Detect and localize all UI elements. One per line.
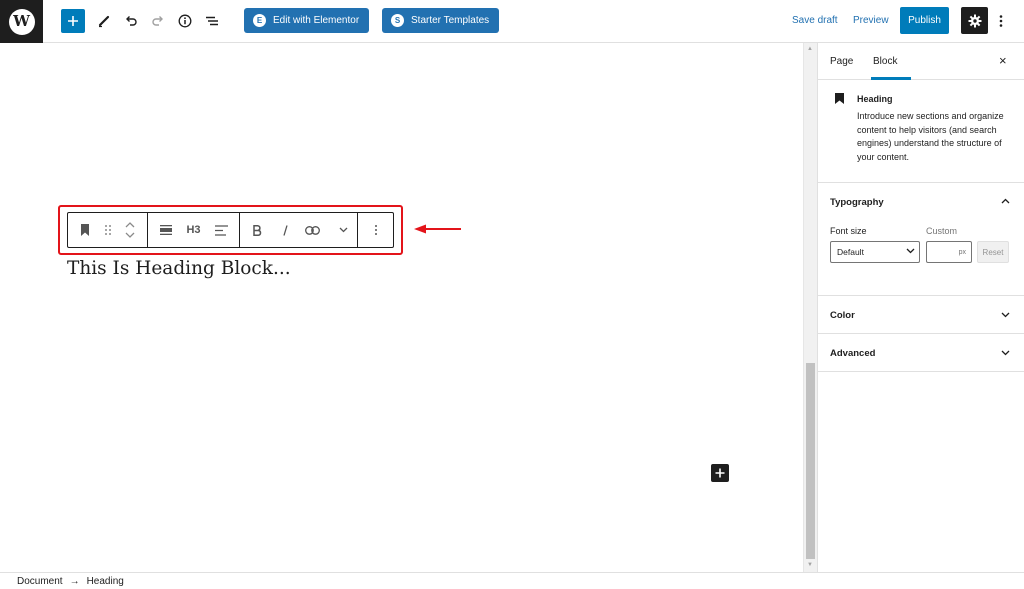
more-vertical-icon: [374, 225, 377, 235]
block-inserter-button[interactable]: [711, 464, 729, 482]
block-breadcrumb: Document → Heading: [0, 572, 1024, 589]
redo-icon: [152, 16, 163, 26]
editor-canvas[interactable]: [0, 43, 803, 572]
custom-size-label: Custom: [926, 226, 958, 236]
editor-header: W E Edit with Elementor S Starter Templa…: [0, 0, 1024, 43]
starter-templates-button[interactable]: S Starter Templates: [382, 8, 500, 33]
link-icon: [304, 225, 320, 235]
details-button[interactable]: [173, 9, 197, 33]
block-card-title: Heading: [857, 94, 893, 104]
text-align-icon: [214, 224, 228, 236]
tab-block[interactable]: Block: [873, 56, 897, 67]
undo-icon: [126, 16, 137, 26]
scrollbar-thumb[interactable]: [806, 363, 815, 559]
list-view-button[interactable]: [200, 9, 224, 33]
heading-block[interactable]: This Is Heading Block...: [67, 258, 291, 279]
chevron-down-icon: [1001, 350, 1010, 356]
move-up-icon[interactable]: [125, 221, 135, 228]
canvas-scrollbar[interactable]: ▲ ▼: [803, 43, 817, 572]
breadcrumb-document[interactable]: Document: [17, 576, 63, 587]
breadcrumb-separator: →: [69, 575, 80, 587]
publish-button[interactable]: Publish: [900, 7, 949, 34]
chevron-up-icon[interactable]: [1001, 198, 1010, 204]
list-view-icon: [206, 16, 218, 26]
reset-font-size-button[interactable]: Reset: [977, 241, 1009, 263]
block-card-description: Introduce new sections and organize cont…: [857, 111, 1004, 162]
sidebar-tabs: Page Block ×: [818, 43, 1024, 80]
advanced-panel-title: Advanced: [830, 348, 876, 359]
link-button[interactable]: [296, 213, 330, 247]
align-wide-icon: [159, 225, 172, 235]
info-icon: [178, 14, 192, 28]
heading-level-button[interactable]: H3: [184, 213, 204, 247]
pencil-icon: [98, 15, 110, 28]
color-panel[interactable]: Color: [818, 296, 1024, 334]
font-size-label: Font size: [830, 226, 867, 236]
block-options-button[interactable]: [358, 213, 393, 247]
heading-level-label: H3: [186, 224, 201, 236]
undo-button[interactable]: [119, 9, 143, 33]
block-toolbar-group-parent: [68, 213, 148, 247]
block-toolbar-group-layout: H3: [148, 213, 240, 247]
scroll-up-icon[interactable]: ▲: [807, 46, 813, 52]
more-vertical-icon: [999, 15, 1003, 27]
bold-button[interactable]: [240, 213, 276, 247]
edit-tools-button[interactable]: [92, 9, 116, 33]
plus-icon: [715, 468, 725, 478]
wordpress-logo-button[interactable]: W: [0, 0, 43, 43]
typography-panel-toggle[interactable]: Typography: [830, 197, 884, 208]
typography-panel: Typography Font size Custom Default px R…: [818, 183, 1024, 296]
drag-handle[interactable]: [102, 213, 114, 247]
starter-templates-label: Starter Templates: [411, 15, 490, 26]
preview-button[interactable]: Preview: [853, 15, 889, 26]
save-draft-button[interactable]: Save draft: [792, 15, 838, 26]
elementor-icon: E: [253, 14, 266, 27]
block-card: Heading Introduce new sections and organ…: [818, 80, 1024, 183]
move-down-icon[interactable]: [125, 232, 135, 239]
text-align-button[interactable]: [203, 213, 239, 247]
redo-button[interactable]: [146, 9, 170, 33]
block-toolbar: H3: [67, 212, 394, 248]
italic-button[interactable]: [276, 213, 296, 247]
color-panel-title: Color: [830, 310, 855, 321]
plus-icon: [68, 16, 78, 26]
block-toolbar-group-format: [240, 213, 358, 247]
block-type-button[interactable]: [68, 213, 102, 247]
chevron-down-icon: [906, 248, 915, 254]
add-block-button[interactable]: [61, 9, 85, 33]
close-sidebar-button[interactable]: ×: [999, 53, 1007, 68]
settings-button[interactable]: [961, 7, 988, 34]
wordpress-logo-icon: W: [8, 8, 35, 35]
starter-templates-icon: S: [391, 14, 404, 27]
more-rich-text-button[interactable]: [329, 213, 357, 247]
gear-icon: [968, 14, 981, 27]
chevron-down-icon: [339, 227, 348, 233]
bookmark-icon: [80, 224, 89, 236]
block-toolbar-group-options: [358, 213, 393, 247]
tab-page[interactable]: Page: [830, 56, 853, 67]
font-size-select[interactable]: Default: [830, 241, 920, 263]
italic-icon: [283, 224, 288, 236]
move-buttons: [113, 213, 147, 247]
chevron-down-icon: [1001, 312, 1010, 318]
custom-font-size-input[interactable]: px: [926, 241, 972, 263]
align-button[interactable]: [148, 213, 184, 247]
bold-icon: [253, 224, 262, 236]
scroll-down-icon[interactable]: ▼: [807, 562, 813, 568]
elementor-button-label: Edit with Elementor: [273, 15, 360, 26]
advanced-panel[interactable]: Advanced: [818, 334, 1024, 372]
options-menu-button[interactable]: [994, 9, 1008, 33]
drag-handle-icon: [104, 225, 111, 235]
edit-with-elementor-button[interactable]: E Edit with Elementor: [244, 8, 370, 33]
annotation-arrow-icon: [414, 224, 461, 234]
bookmark-icon: [835, 93, 844, 104]
breadcrumb-heading[interactable]: Heading: [87, 576, 124, 587]
settings-sidebar: Page Block × Heading Introduce new secti…: [817, 43, 1024, 572]
